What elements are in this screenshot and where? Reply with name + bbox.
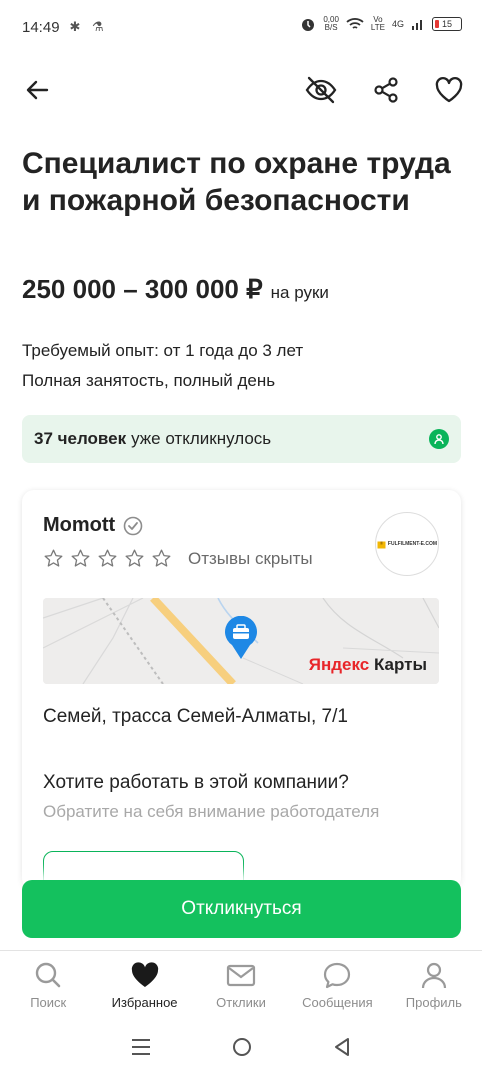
share-button[interactable]	[364, 68, 408, 112]
arrow-left-icon	[26, 80, 49, 100]
map-pin-icon	[225, 616, 257, 659]
respond-button[interactable]: Откликнуться	[22, 880, 461, 938]
company-card: Momott Отзывы скрыты FULFILMENT-E.COM Ян…	[22, 490, 461, 890]
battery-indicator: 15	[432, 17, 462, 31]
tab-label: Поиск	[30, 995, 67, 1010]
experience-text: Требуемый опыт: от 1 года до 3 лет	[22, 341, 304, 360]
wifi-icon	[346, 18, 364, 29]
salary-row: 250 000 – 300 000 ₽ на руки	[22, 274, 329, 305]
heart-outline-icon	[435, 77, 463, 103]
share-icon	[374, 77, 398, 103]
top-bar	[0, 68, 482, 114]
home-icon[interactable]	[231, 1036, 253, 1058]
heart-icon	[131, 962, 158, 987]
tab-profile[interactable]: Профиль	[386, 951, 482, 1014]
alarm-icon	[302, 19, 315, 31]
eye-off-icon	[305, 76, 337, 104]
company-logo[interactable]: FULFILMENT-E.COM	[375, 512, 439, 576]
map-brand: Яндекс Карты	[308, 655, 427, 674]
tab-responses[interactable]: Отклики	[193, 951, 289, 1014]
network-type: 4G	[391, 19, 404, 29]
tab-messages[interactable]: Сообщения	[289, 951, 385, 1014]
vacancy-title: Специалист по охране труда и пожарной бе…	[22, 147, 451, 217]
status-notification-icons: ✱ ⚗	[69, 19, 108, 34]
mail-icon	[226, 964, 256, 987]
status-right: 0,00 B/S Vo LTE 4G 15	[300, 16, 462, 32]
back-button[interactable]	[16, 68, 60, 112]
tab-label: Отклики	[216, 995, 266, 1010]
search-icon	[36, 962, 61, 988]
star-icon	[152, 549, 171, 567]
company-name: Momott	[43, 514, 116, 536]
net-speed: 0,00 B/S	[323, 15, 339, 32]
company-name-row[interactable]: Momott	[43, 514, 143, 537]
status-time: 14:49	[22, 18, 60, 36]
reviews-status: Отзывы скрыты	[188, 548, 313, 568]
star-icon	[44, 549, 63, 567]
profile-icon	[421, 962, 446, 989]
volte-indicator: Vo LTE	[370, 15, 385, 32]
tab-label: Профиль	[405, 995, 462, 1010]
tab-label: Сообщения	[302, 995, 373, 1010]
vacancy-meta: Требуемый опыт: от 1 года до 3 лет Полна…	[22, 336, 303, 396]
tab-label: Избранное	[111, 995, 178, 1010]
hide-vacancy-button[interactable]	[299, 68, 343, 112]
verified-icon	[123, 516, 143, 535]
employment-text: Полная занятость, полный день	[22, 371, 276, 390]
favorite-button[interactable]	[427, 68, 471, 112]
work-hint: Обратите на себя внимание работодателя	[43, 802, 380, 821]
box-icon	[377, 541, 386, 548]
company-address: Семей, трасса Семей-Алматы, 7/1	[43, 706, 348, 727]
system-nav-bar	[0, 1014, 482, 1080]
menu-icon[interactable]	[130, 1037, 152, 1057]
star-icon	[71, 549, 90, 567]
chat-icon	[324, 962, 351, 989]
star-icon	[125, 549, 144, 567]
back-triangle-icon[interactable]	[332, 1036, 352, 1058]
work-question: Хотите работать в этой компании?	[43, 772, 349, 793]
company-logo-text: FULFILMENT-E.COM	[387, 541, 438, 547]
bottom-tab-bar: Поиск Избранное Отклики Сообщения Профил…	[0, 950, 482, 1014]
tab-favorites[interactable]: Избранное	[96, 951, 192, 1014]
person-icon	[429, 429, 449, 449]
tab-search[interactable]: Поиск	[0, 951, 96, 1014]
star-icon	[98, 549, 117, 567]
salary-suffix: на руки	[270, 283, 329, 302]
responded-text: уже откликнулось	[131, 429, 272, 448]
salary-range: 250 000 – 300 000 ₽	[22, 274, 263, 304]
responded-count: 37 человек	[34, 429, 127, 448]
responded-banner: 37 человек уже откликнулось	[22, 415, 461, 463]
company-map[interactable]: Яндекс Карты	[43, 598, 439, 684]
signal-icon	[412, 20, 422, 30]
rating-row: Отзывы скрыты	[43, 548, 313, 569]
